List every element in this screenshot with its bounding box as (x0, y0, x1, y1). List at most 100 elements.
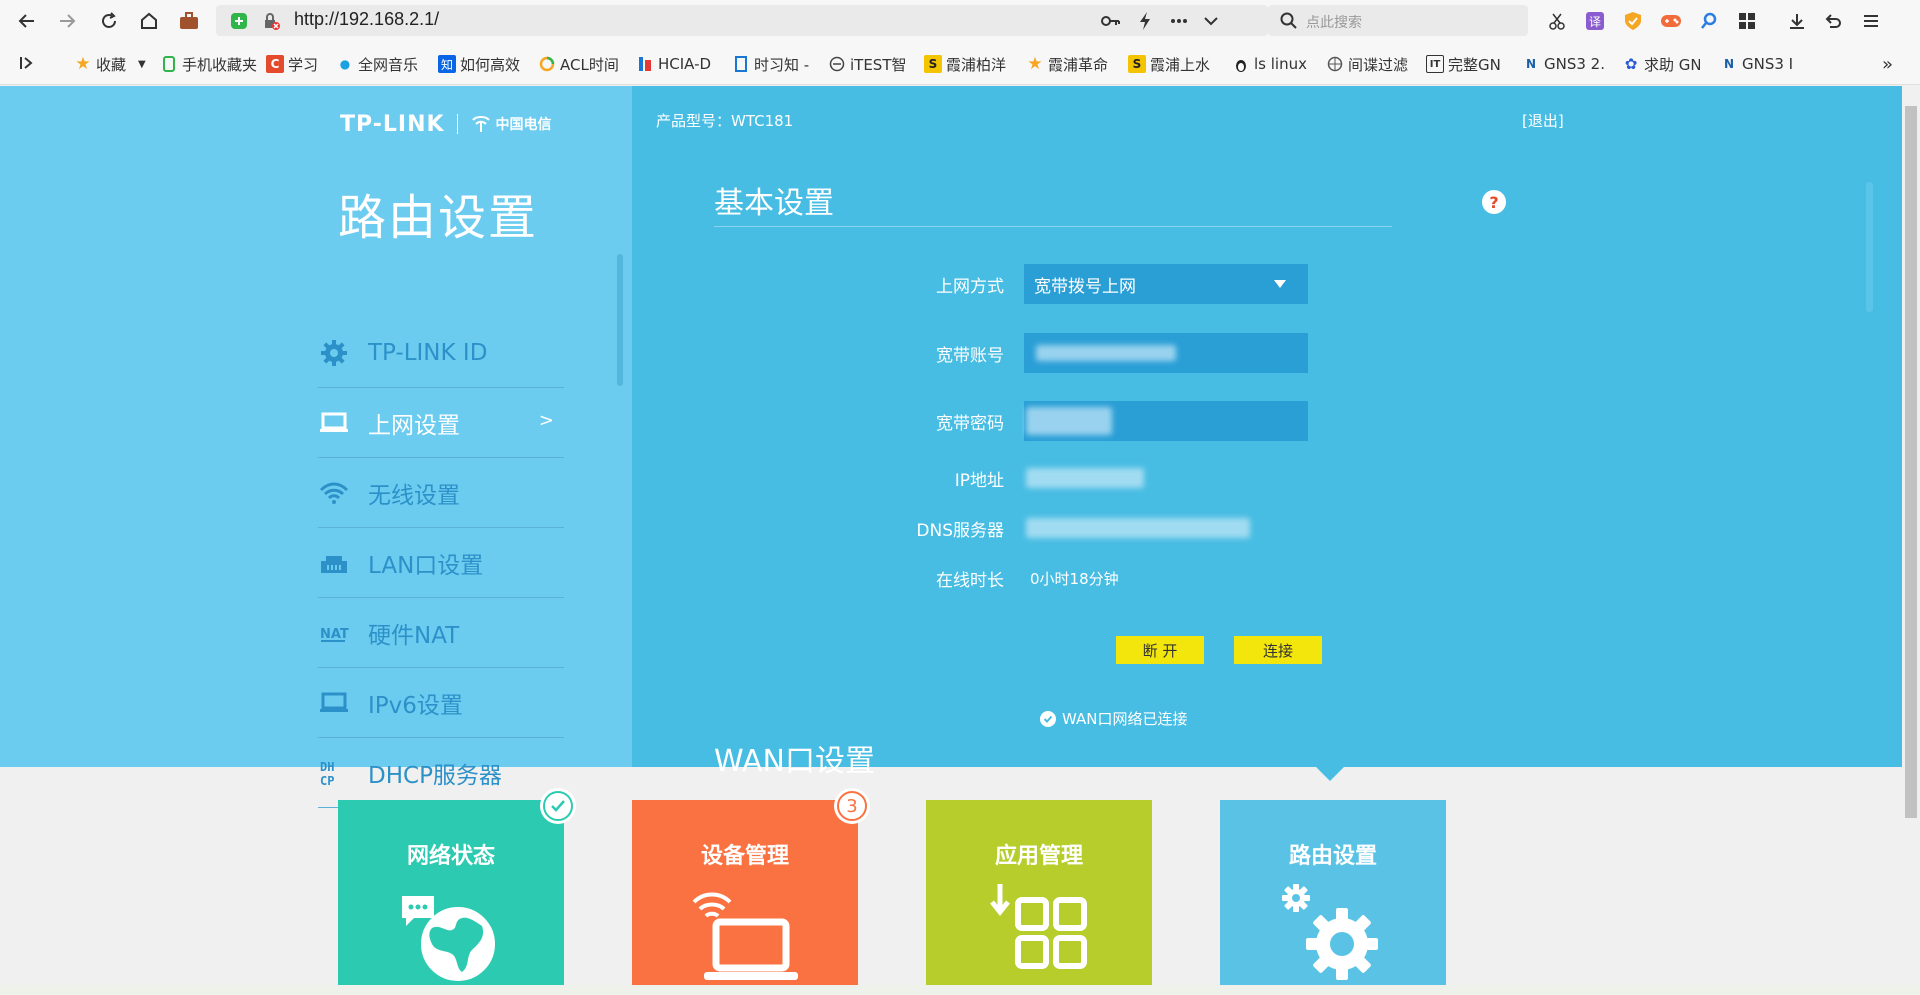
check-icon (543, 791, 573, 821)
bookmark-item[interactable]: HCIA-D (636, 54, 716, 74)
internet-mode-select[interactable]: 宽带拨号上网 (1024, 264, 1308, 304)
tile-app-management[interactable]: 应用管理 (926, 800, 1152, 985)
connect-button[interactable]: 连接 (1234, 636, 1322, 664)
bookmark-item[interactable]: ACL时间 (538, 54, 624, 74)
bookmark-item[interactable]: 知 如何高效 (438, 54, 524, 74)
bookmark-item[interactable]: ls linux (1232, 54, 1314, 74)
bookmarks-overflow-icon[interactable]: » (1882, 54, 1893, 74)
bookmark-item[interactable]: iTEST智 (828, 54, 910, 74)
sidebar-item-dhcp[interactable]: DH CP DHCP服务器 (318, 738, 564, 808)
bookmark-label: 求助 GN (1644, 55, 1700, 74)
linux-icon (1232, 55, 1250, 73)
redacted-password (1026, 407, 1112, 435)
sidebar-item-label: 硬件NAT (368, 622, 460, 649)
back-icon[interactable] (14, 8, 40, 34)
bookmark-item[interactable]: S 霞浦上水 (1128, 54, 1216, 74)
help-icon[interactable]: ? (1482, 190, 1506, 214)
lightning-icon[interactable] (1134, 10, 1156, 32)
briefcase-icon[interactable] (176, 8, 202, 34)
bookmarks-bar: ★ 收藏 ▼ 手机收藏夹 C 学习 ● 全网音乐 知 如何高效 ACL时间 HC… (0, 42, 1920, 85)
nat-icon: NAT (318, 617, 350, 649)
page-scrollbar-thumb[interactable] (1905, 106, 1917, 818)
bookmark-item[interactable]: ★ 霞浦革命 (1026, 54, 1114, 74)
url-text[interactable]: http://192.168.2.1/ (294, 9, 439, 30)
gamepad-icon[interactable] (1658, 8, 1684, 34)
apps-grid-icon (990, 884, 1087, 969)
forward-icon[interactable] (54, 8, 80, 34)
tile-router-settings[interactable]: 路由设置 (1220, 800, 1446, 985)
redacted-dns (1026, 518, 1250, 538)
star-icon: ★ (75, 54, 91, 74)
bookmark-item[interactable]: 时习知 - (732, 54, 814, 74)
bookmark-item[interactable]: S 霞浦柏洋 (924, 54, 1012, 74)
brand-name: TP-LINK (340, 111, 445, 137)
tile-label: 网络状态 (406, 844, 495, 869)
hcia-icon (636, 55, 654, 73)
wan-status: WAN口网络已连接 (1040, 708, 1188, 729)
bookmark-item[interactable]: IT 完整GN (1426, 54, 1508, 74)
bookmark-item[interactable]: ✿ 求助 GN (1622, 54, 1700, 74)
magnifier-blue-icon[interactable] (1696, 8, 1722, 34)
bookmark-item[interactable]: N GNS3 I (1720, 54, 1794, 74)
bookmark-label: 霞浦柏洋 (946, 55, 1007, 74)
status-badge (540, 788, 576, 824)
tile-label: 设备管理 (700, 844, 789, 869)
bookmark-item[interactable]: N GNS3 2. (1522, 54, 1604, 74)
tile-label: 路由设置 (1288, 844, 1377, 869)
menu-icon[interactable] (1858, 8, 1884, 34)
wan-section-title: WAN口设置 (714, 744, 875, 779)
sidebar-item-tplink-id[interactable]: TP-LINK ID (318, 318, 564, 388)
bookmark-label: 间谍过滤 (1348, 55, 1409, 74)
key-icon[interactable] (1100, 10, 1122, 32)
sidebar-item-internet[interactable]: 上网设置 > (318, 388, 564, 458)
download-icon[interactable] (1784, 8, 1810, 34)
tile-network-status[interactable]: 网络状态 (338, 788, 576, 985)
address-bar[interactable]: http://192.168.2.1/ (216, 5, 1268, 36)
sidebar-item-hardware-nat[interactable]: NAT 硬件NAT (318, 598, 564, 668)
home-icon[interactable] (136, 8, 162, 34)
logout-link[interactable]: [退出] (1522, 110, 1564, 131)
dhcp-icon: DH CP (318, 757, 350, 789)
redacted-account (1036, 345, 1176, 361)
sidebar-title: 路由设置 (338, 190, 539, 246)
bookmark-label: ACL时间 (560, 55, 619, 74)
search-box[interactable]: 点此搜索 (1268, 5, 1528, 36)
laptop-icon (318, 407, 350, 439)
tile-device-management[interactable]: 3 设备管理 (632, 788, 870, 985)
sidebar-item-ipv6[interactable]: IPv6设置 (318, 668, 564, 738)
content-scrollbar[interactable] (1866, 182, 1873, 312)
dropdown-icon[interactable]: ▼ (138, 59, 146, 70)
bookmark-item[interactable]: ★ 收藏 ▼ (74, 54, 146, 74)
reload-icon[interactable] (96, 8, 122, 34)
account-label: 宽带账号 (936, 345, 1004, 366)
more-icon[interactable] (1168, 10, 1190, 32)
account-input[interactable] (1024, 333, 1308, 373)
bookmark-label: HCIA-D (658, 55, 712, 73)
sidebar-toggle-icon[interactable] (14, 50, 40, 76)
password-input[interactable] (1024, 401, 1308, 441)
sidebar-scrollbar[interactable] (617, 254, 623, 386)
bookmark-item[interactable]: 手机收藏夹 (160, 54, 260, 74)
bookmark-label: 如何高效 (460, 55, 521, 74)
bookmark-item[interactable]: C 学习 (266, 54, 326, 74)
bookmark-item[interactable]: 间谍过滤 (1326, 54, 1414, 74)
sidebar-item-lan[interactable]: LAN口设置 (318, 528, 564, 598)
disconnect-button[interactable]: 断 开 (1116, 636, 1204, 664)
wifi-icon (318, 477, 350, 509)
translate-icon[interactable]: 译 (1582, 8, 1608, 34)
window-bottom-edge (0, 985, 1920, 995)
scissors-icon[interactable] (1544, 8, 1570, 34)
shield-extension-icon[interactable] (1620, 8, 1646, 34)
sidebar-item-wireless[interactable]: 无线设置 (318, 458, 564, 528)
insecure-lock-icon[interactable] (260, 10, 282, 32)
gns3-icon: N (1525, 57, 1537, 71)
password-row: 宽带密码 (808, 401, 1368, 441)
wan-status-text: WAN口网络已连接 (1062, 710, 1188, 728)
bookmark-item[interactable]: ● 全网音乐 (336, 54, 422, 74)
chevron-down-icon[interactable] (1200, 10, 1222, 32)
uptime-label: 在线时长 (936, 570, 1004, 591)
undo-icon[interactable] (1820, 8, 1846, 34)
gears-icon (1282, 884, 1378, 980)
page-scrollbar[interactable] (1902, 86, 1920, 985)
apps-icon[interactable] (1734, 8, 1760, 34)
